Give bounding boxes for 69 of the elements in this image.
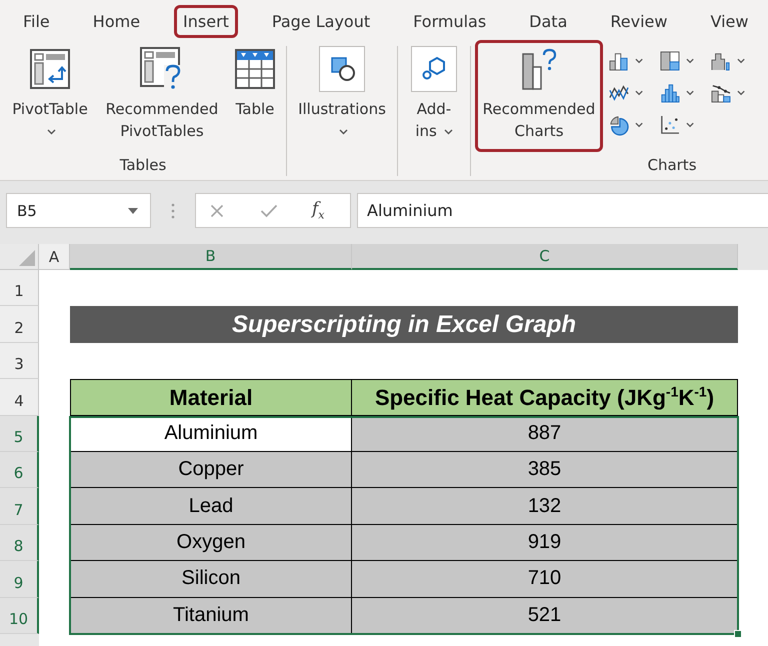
group-label: Charts bbox=[647, 155, 697, 175]
sheet-title: Superscripting in Excel Graph bbox=[70, 306, 738, 343]
row-header[interactable]: 5 bbox=[0, 416, 39, 452]
row-header[interactable]: 2 bbox=[0, 306, 39, 343]
table-cell: Copper bbox=[70, 452, 352, 488]
row-header[interactable]: 1 bbox=[0, 270, 39, 306]
row-header[interactable]: 4 bbox=[0, 379, 39, 416]
ribbon-tab[interactable]: Page Layout bbox=[262, 5, 380, 38]
row-header[interactable]: 10 bbox=[0, 598, 39, 634]
shapes-icon bbox=[319, 46, 365, 92]
table-cell: Titanium bbox=[70, 598, 352, 634]
table-cell: 385 bbox=[352, 452, 738, 488]
caret-icon[interactable] bbox=[686, 122, 694, 128]
column-header[interactable]: A bbox=[39, 244, 70, 270]
table-cell: 919 bbox=[352, 524, 738, 562]
scatter-chart-icon[interactable] bbox=[660, 114, 680, 136]
row-header[interactable]: 7 bbox=[0, 488, 39, 525]
combo-chart-icon[interactable] bbox=[711, 82, 731, 104]
pivottable-button[interactable]: PivotTable bbox=[4, 40, 96, 152]
caret-icon[interactable] bbox=[736, 90, 745, 96]
ribbon-tab[interactable]: Review bbox=[601, 5, 676, 38]
row-header[interactable]: 6 bbox=[0, 452, 39, 488]
caret-icon[interactable] bbox=[634, 90, 643, 96]
table-cell: Oxygen bbox=[70, 524, 352, 562]
row-header[interactable]: 8 bbox=[0, 524, 39, 562]
caret-icon[interactable] bbox=[444, 128, 453, 135]
caret-icon[interactable] bbox=[634, 58, 643, 64]
ribbon-tab[interactable]: Data bbox=[520, 5, 576, 38]
table-header: Specific Heat Capacity (JKg$^{-1}$K$^{-1}$) bbox=[352, 379, 738, 416]
table-header: Material bbox=[70, 379, 352, 416]
name-box[interactable]: B5 bbox=[6, 193, 151, 228]
row-header[interactable]: 3 bbox=[0, 342, 39, 380]
caret-icon[interactable] bbox=[686, 90, 694, 96]
ribbon-tab[interactable]: Formulas bbox=[404, 5, 496, 38]
add-ins-button[interactable]: Add-ins bbox=[402, 40, 466, 152]
check-icon[interactable] bbox=[260, 204, 278, 218]
column-header[interactable]: B bbox=[70, 244, 352, 270]
table-cell: 710 bbox=[352, 561, 738, 598]
corner-triangle-icon bbox=[19, 250, 35, 266]
recommended-pivottables-button[interactable]: Recommended PivotTables bbox=[98, 40, 226, 152]
bar-question-icon bbox=[520, 48, 558, 90]
formula-field[interactable]: Aluminium bbox=[357, 193, 768, 228]
table-cell: Lead bbox=[70, 488, 352, 525]
table-button[interactable]: Table bbox=[228, 40, 282, 130]
column-header[interactable]: C bbox=[352, 244, 738, 270]
caret-icon[interactable] bbox=[46, 128, 56, 135]
illustrations-button[interactable]: Illustrations bbox=[291, 40, 393, 152]
treemap-chart-icon[interactable] bbox=[660, 50, 680, 72]
pie-chart-icon[interactable] bbox=[609, 114, 629, 136]
table-cell: Silicon bbox=[70, 561, 352, 598]
dropdown-arrow-icon[interactable] bbox=[128, 208, 138, 214]
caret-icon[interactable] bbox=[686, 58, 694, 64]
table-cell: 132 bbox=[352, 488, 738, 525]
caret-icon[interactable] bbox=[736, 58, 745, 64]
table-icon bbox=[235, 49, 275, 89]
table-cell: 887 bbox=[352, 416, 738, 452]
insert-function-button[interactable]: f$_{x}$ bbox=[312, 199, 325, 222]
ribbon-tab[interactable]: File bbox=[14, 5, 59, 38]
ribbon-tab[interactable]: View bbox=[701, 5, 758, 38]
ribbon-tab[interactable]: Home bbox=[84, 5, 150, 38]
group-label: Tables bbox=[120, 155, 166, 175]
drag-handle-icon[interactable] bbox=[171, 203, 175, 219]
fill-handle[interactable] bbox=[734, 630, 742, 638]
recommended-charts-button[interactable]: Recommended Charts bbox=[475, 40, 603, 152]
histogram-chart-icon[interactable] bbox=[660, 82, 680, 104]
caret-icon[interactable] bbox=[338, 128, 348, 135]
row-header[interactable]: 9 bbox=[0, 561, 39, 598]
caret-icon[interactable] bbox=[634, 122, 643, 128]
table-cell: 521 bbox=[352, 598, 738, 634]
